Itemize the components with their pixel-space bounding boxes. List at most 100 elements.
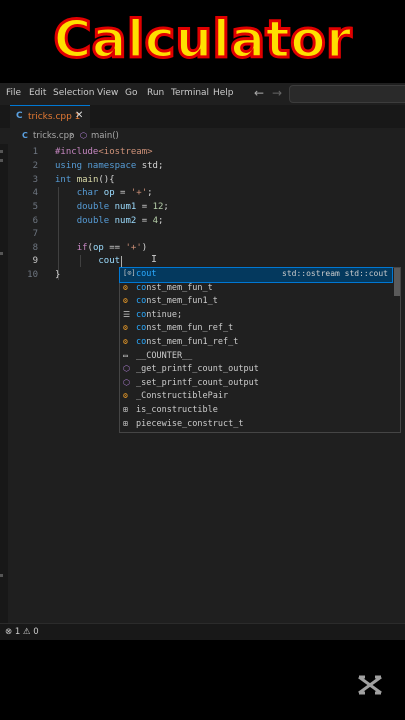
tab-tricks-cpp[interactable]: C tricks.cpp 1 ✕	[10, 105, 90, 129]
code-line-current[interactable]: cout	[55, 256, 120, 266]
menu-help[interactable]: Help	[213, 88, 234, 98]
suggestion-item[interactable]: ⚙ const_mem_fun1_ref_t	[120, 336, 392, 350]
suggestion-kind-icon: ⬡	[123, 364, 130, 374]
code-token: std;	[141, 161, 164, 171]
code-line[interactable]: }	[55, 270, 60, 280]
code-token: num2	[114, 216, 137, 226]
menu-terminal[interactable]: Terminal	[171, 88, 209, 98]
code-token: int	[55, 175, 77, 185]
code-token: <iostream>	[98, 147, 153, 157]
suggestion-kind-icon: ⊞	[123, 405, 128, 414]
line-number-current: 9	[32, 256, 38, 266]
line-number: 10	[27, 270, 38, 280]
problems-count[interactable]: ⊗ 1 ⚠ 0	[5, 627, 39, 637]
menu-run[interactable]: Run	[147, 88, 164, 98]
suggestion-kind-icon: ⊞	[123, 418, 128, 428]
line-number: 3	[32, 175, 38, 185]
autocomplete-suggestions[interactable]: [⊙] cout std::ostream std::cout ⚙ const_mem_…	[119, 267, 401, 433]
code-token: op	[103, 188, 115, 198]
code-token: double	[76, 216, 115, 226]
gutter-marker	[0, 159, 3, 162]
chevron-right-icon: ›	[70, 130, 74, 140]
suggestion-label: const_mem_fun_t	[136, 282, 213, 293]
suggestion-kind-icon: ⚙	[123, 296, 128, 306]
suggestion-item[interactable]: ⬡ _set_printf_count_output	[120, 377, 392, 391]
breadcrumb-function[interactable]: main()	[91, 131, 119, 141]
code-line[interactable]: using namespace std;	[55, 161, 163, 171]
close-icon[interactable]: ✕	[75, 110, 83, 121]
suggestion-kind-icon: ⬡	[123, 377, 130, 387]
menu-view[interactable]: View	[97, 88, 118, 98]
code-token: (){	[98, 175, 115, 185]
code-line[interactable]: if(op == '+')	[55, 243, 147, 253]
menu-edit[interactable]: Edit	[29, 88, 46, 98]
code-token: op	[92, 243, 104, 253]
tab-label: tricks.cpp 1	[28, 112, 81, 122]
line-number: 7	[32, 229, 38, 239]
suggestion-item[interactable]: ⚙ const_mem_fun_ref_t	[120, 322, 392, 336]
line-number: 1	[32, 147, 38, 157]
menu-selection[interactable]: Selection	[53, 88, 94, 98]
code-token: main	[76, 175, 99, 185]
code-token: =	[136, 202, 153, 212]
suggestion-label: piecewise_construct_t	[136, 418, 244, 429]
code-token: ;	[158, 216, 164, 226]
command-center-search[interactable]	[289, 85, 405, 103]
code-token: using	[55, 161, 88, 171]
suggestion-item[interactable]: ⊞ is_constructible	[120, 404, 392, 418]
gutter-marker	[0, 252, 3, 255]
breadcrumb-file[interactable]: tricks.cpp	[33, 131, 74, 141]
suggestion-item[interactable]: ▭ __COUNTER__	[120, 350, 392, 364]
code-token: =	[114, 188, 131, 198]
code-line[interactable]: double num1 = 12;	[55, 202, 169, 212]
code-token: char	[76, 188, 104, 198]
code-line[interactable]: #include<iostream>	[55, 147, 153, 157]
line-number: 2	[32, 161, 38, 171]
suggestion-label: const_mem_fun1_ref_t	[136, 337, 239, 347]
forward-arrow-icon[interactable]: →	[272, 86, 282, 100]
code-token: )	[141, 243, 148, 253]
suggestion-item[interactable]: ⊞ piecewise_construct_t	[120, 418, 392, 432]
suggestion-item[interactable]: ☰ continue;	[120, 309, 392, 323]
code-token: #include	[55, 147, 99, 157]
suggest-scrollbar[interactable]	[394, 268, 400, 296]
code-token: if	[76, 243, 88, 253]
suggestion-item[interactable]: ⚙ const_mem_fun_t	[120, 282, 392, 296]
suggestion-kind-icon: ⚙	[123, 391, 128, 401]
suggestion-label: const_mem_fun1_t	[136, 296, 218, 307]
code-token: namespace	[87, 161, 142, 171]
breadcrumb: C tricks.cpp › ⬡ main()	[0, 128, 405, 144]
suggestion-detail: std::ostream std::cout	[282, 269, 388, 278]
code-token: ;	[163, 202, 169, 212]
line-number: 6	[32, 216, 38, 226]
suggestion-label: __COUNTER__	[136, 350, 193, 361]
suggestion-kind-icon: ⚙	[123, 337, 128, 346]
suggestion-label: const_mem_fun_ref_t	[136, 323, 234, 334]
code-token: '+'	[125, 243, 142, 253]
menu-file[interactable]: File	[6, 88, 21, 98]
suggestion-label: continue;	[136, 309, 183, 320]
suggestion-item[interactable]: ⬡ _get_printf_count_output	[120, 363, 392, 377]
suggestion-kind-icon: ▭	[123, 350, 128, 360]
back-arrow-icon[interactable]: ←	[254, 86, 264, 100]
code-line[interactable]: int main(){	[55, 175, 115, 185]
suggestion-label: _set_printf_count_output	[136, 377, 259, 388]
code-token: ==	[103, 243, 126, 253]
line-number: 8	[32, 243, 38, 253]
text-cursor	[121, 256, 122, 267]
code-token: ;	[147, 188, 153, 198]
code-line[interactable]: char op = '+';	[55, 188, 153, 198]
suggestion-item[interactable]: [⊙] cout std::ostream std::cout	[119, 267, 393, 283]
code-line[interactable]: double num2 = 4;	[55, 216, 164, 226]
code-token: =	[136, 216, 153, 226]
suggestion-item[interactable]: ⚙ _ConstructiblePair	[120, 390, 392, 404]
suggestion-label: _get_printf_count_output	[136, 364, 259, 375]
suggestion-item[interactable]: ⚙ const_mem_fun1_t	[120, 295, 392, 309]
suggestion-kind-icon: ☰	[123, 309, 131, 319]
menu-go[interactable]: Go	[125, 88, 137, 98]
code-token: 12	[152, 202, 164, 212]
code-token: }	[55, 270, 61, 280]
